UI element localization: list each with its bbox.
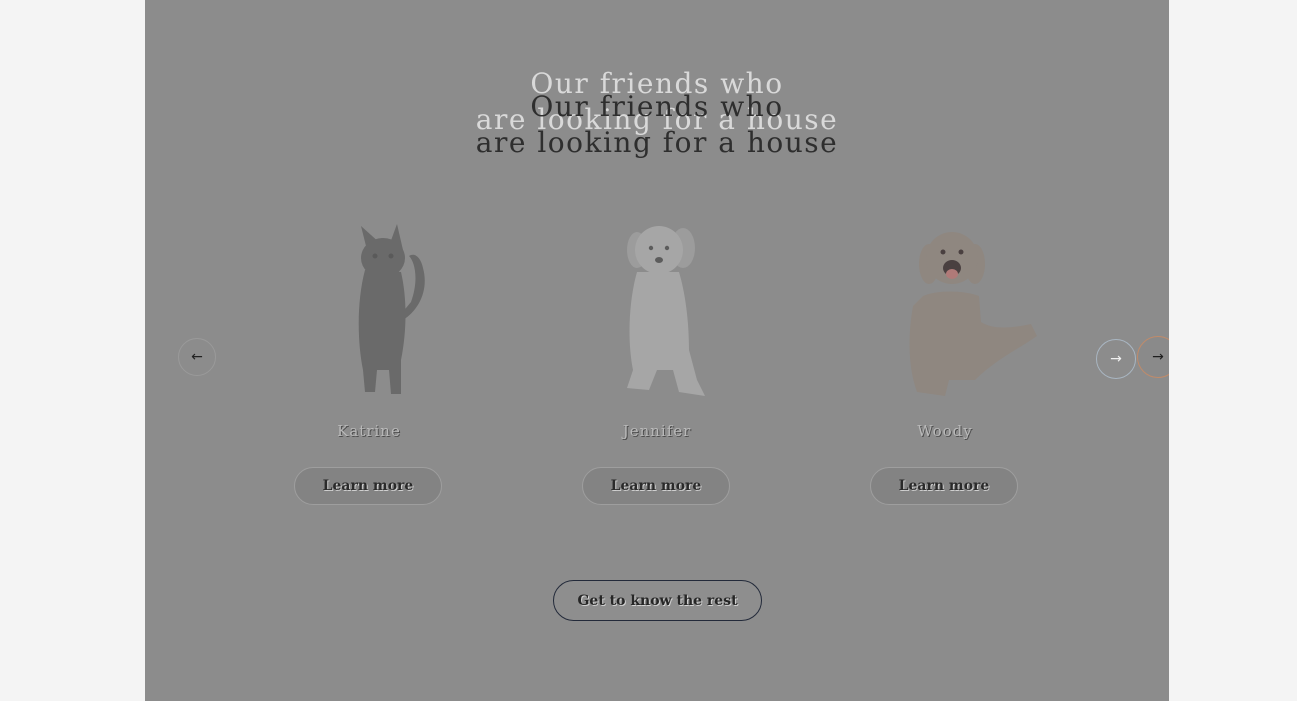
arrow-right-icon: → <box>1152 349 1164 365</box>
title-line-2: are looking for a house <box>475 126 839 159</box>
arrow-left-icon: ← <box>191 349 203 365</box>
get-to-know-rest-button[interactable]: Get to know the rest <box>553 580 762 621</box>
pet-image-puppy <box>627 226 705 396</box>
slider-prev-button[interactable]: ← <box>178 338 216 376</box>
pet-card[interactable]: Katrine Learn more <box>234 200 504 520</box>
pets-section: Our friends who are looking for a house … <box>145 0 1169 701</box>
learn-more-button[interactable]: Learn more <box>294 467 442 505</box>
pet-card[interactable]: Woody Learn more <box>810 200 1080 520</box>
pet-name: Jennifer <box>622 422 692 440</box>
slider-next-button[interactable]: → <box>1137 336 1169 378</box>
pet-name: Katrine <box>337 422 401 440</box>
pet-image-cat <box>358 224 425 394</box>
pet-name: Woody <box>917 422 973 440</box>
slider-next-button-ghost[interactable]: → <box>1096 339 1136 379</box>
learn-more-button[interactable]: Learn more <box>870 467 1018 505</box>
page: Our friends who are looking for a house … <box>0 0 1297 701</box>
section-title: Our friends who are looking for a house <box>145 89 1169 161</box>
pet-card[interactable]: Jennifer Learn more <box>522 200 792 520</box>
pet-image-dog <box>909 232 1037 396</box>
arrow-right-icon: → <box>1110 351 1122 367</box>
title-line-1: Our friends who <box>530 90 784 123</box>
learn-more-button[interactable]: Learn more <box>582 467 730 505</box>
